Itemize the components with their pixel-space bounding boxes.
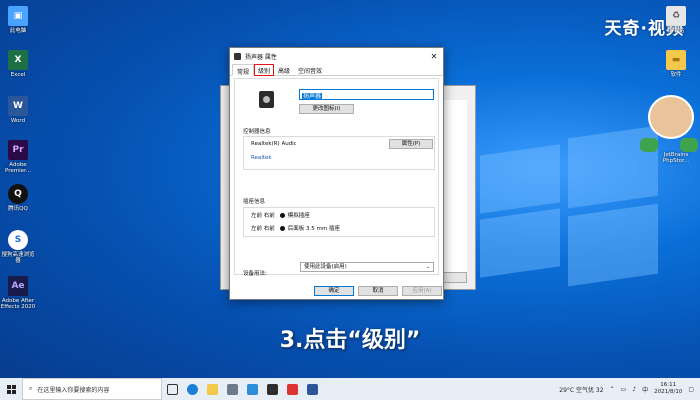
search-icon: ⌕ bbox=[29, 385, 33, 392]
mouse-cursor-icon bbox=[296, 142, 300, 150]
app-icon[interactable] bbox=[282, 378, 302, 400]
desktop-icon-premiere[interactable]: Pr Adobe Premier... bbox=[0, 140, 36, 174]
wallpaper-logo-pane bbox=[568, 203, 658, 287]
clock-date: 2021/8/10 bbox=[654, 389, 683, 395]
general-tab-panel: 扬声器 更改图标(I) 控制器信息 Realtek(R) Audio 属性(P)… bbox=[234, 78, 439, 277]
step-caption: 3.点击“级别” bbox=[279, 328, 421, 353]
desktop-icon-qq[interactable]: Q 腾讯QQ bbox=[0, 184, 36, 212]
ok-button[interactable]: 确定 bbox=[314, 286, 354, 296]
device-usage-label: 设备用法: bbox=[243, 271, 267, 277]
dialog-title-bar[interactable]: 扬声器 属性 ✕ bbox=[230, 48, 443, 64]
sogou-browser-icon: S bbox=[8, 230, 28, 250]
cancel-button[interactable]: 取消 bbox=[358, 286, 398, 296]
jack-color-dot bbox=[279, 213, 285, 218]
store-icon[interactable] bbox=[242, 378, 262, 400]
dialog-tabs: 常规 级别 高级 空间音效 bbox=[230, 64, 443, 76]
edge-icon[interactable] bbox=[182, 378, 202, 400]
after-effects-icon: Ae bbox=[8, 276, 28, 296]
tab-spatial-sound[interactable]: 空间音效 bbox=[294, 64, 326, 76]
app-icon[interactable] bbox=[302, 378, 322, 400]
jack-position: 左前 右前 bbox=[251, 213, 275, 219]
close-icon[interactable]: ✕ bbox=[425, 52, 443, 61]
wallpaper-logo-pane bbox=[480, 208, 560, 278]
apply-button[interactable]: 应用(A) bbox=[402, 286, 442, 296]
change-icon-button[interactable]: 更改图标(I) bbox=[299, 104, 354, 114]
notification-icon[interactable]: ▢ bbox=[688, 386, 694, 393]
recycle-bin-icon: ♻ bbox=[666, 6, 686, 26]
device-name-input[interactable]: 扬声器 bbox=[299, 89, 434, 100]
desktop-icon-word[interactable]: W Word bbox=[0, 96, 36, 124]
premiere-icon: Pr bbox=[8, 140, 28, 160]
controller-info-label: 控制器信息 bbox=[243, 129, 271, 135]
task-view-icon[interactable] bbox=[162, 378, 182, 400]
desktop-icon-excel[interactable]: X Excel bbox=[0, 50, 36, 78]
speaker-properties-dialog: 扬声器 属性 ✕ 常规 级别 高级 空间音效 扬声器 更改图标(I) 控制器信息… bbox=[229, 47, 444, 300]
app-icon[interactable] bbox=[262, 378, 282, 400]
desktop-icon-sogou-browser[interactable]: S 搜狗高速浏览器 bbox=[0, 230, 36, 264]
clock-time: 16:11 bbox=[660, 382, 677, 388]
desktop-icon-recycle-bin[interactable]: ♻ 回收站 bbox=[658, 6, 694, 34]
taskbar-search[interactable]: ⌕ 在这里输入你要搜索的内容 bbox=[22, 378, 162, 400]
folder-icon: ▬ bbox=[666, 50, 686, 70]
tab-general[interactable]: 常规 bbox=[232, 64, 255, 76]
jack-row: 左前 右前 模拟插座 bbox=[251, 211, 310, 219]
file-explorer-icon[interactable] bbox=[202, 378, 222, 400]
clock[interactable]: 16:11 2021/8/10 bbox=[654, 382, 682, 396]
excel-icon: X bbox=[8, 50, 28, 70]
jack-info-label: 插座信息 bbox=[243, 199, 266, 205]
speaker-icon bbox=[234, 52, 241, 60]
jack-description: 模拟插座 bbox=[287, 213, 310, 219]
sound-window-button[interactable] bbox=[443, 272, 467, 283]
system-tray: 29°C 空气优 32 ⌃ ▭ ♪ 中 16:11 2021/8/10 ▢ bbox=[559, 382, 700, 396]
sound-control-panel-icon[interactable] bbox=[222, 378, 242, 400]
taskbar: ⌕ 在这里输入你要搜索的内容 29°C 空气优 32 ⌃ ▭ ♪ 中 16:11… bbox=[0, 378, 700, 400]
properties-button[interactable]: 属性(P) bbox=[389, 139, 433, 149]
weather-text[interactable]: 29°C 空气优 32 bbox=[559, 385, 603, 394]
tab-advanced[interactable]: 高级 bbox=[274, 64, 294, 76]
jack-color-dot bbox=[279, 226, 285, 231]
chevron-down-icon: ⌄ bbox=[425, 264, 430, 270]
device-usage-value: 使用此设备(启用) bbox=[304, 264, 347, 270]
qq-penguin-icon: Q bbox=[8, 184, 28, 204]
speaker-device-icon bbox=[259, 91, 274, 108]
jack-position: 左前 右前 bbox=[251, 226, 275, 232]
desktop-icon-phpstorm[interactable]: JetBrains PhpStor... bbox=[658, 150, 694, 164]
desktop-icon-software-folder[interactable]: ▬ 软件 bbox=[658, 50, 694, 78]
word-icon: W bbox=[8, 96, 28, 116]
network-icon[interactable]: ▭ bbox=[621, 386, 627, 393]
desktop-icon-after-effects[interactable]: Ae Adobe After Effects 2020 bbox=[0, 276, 36, 310]
ime-indicator[interactable]: 中 bbox=[642, 385, 648, 394]
desktop-icon-this-pc[interactable]: ▣ 此电脑 bbox=[0, 6, 36, 34]
realtek-link[interactable]: Realtek bbox=[251, 155, 272, 161]
computer-icon: ▣ bbox=[8, 6, 28, 26]
start-button[interactable] bbox=[0, 378, 22, 400]
jack-row: 左前 右前 后面板 3.5 mm 插座 bbox=[251, 224, 340, 232]
volume-icon[interactable]: ♪ bbox=[632, 386, 636, 393]
windows-logo-icon bbox=[6, 384, 16, 394]
tab-levels[interactable]: 级别 bbox=[254, 64, 275, 76]
controller-name: Realtek(R) Audio bbox=[251, 141, 298, 147]
hamster-sticker bbox=[648, 95, 694, 139]
jack-description: 后面板 3.5 mm 插座 bbox=[287, 226, 340, 232]
dialog-title: 扬声器 属性 bbox=[245, 53, 277, 61]
device-usage-select[interactable]: 使用此设备(启用) ⌄ bbox=[300, 262, 434, 272]
sound-window-list bbox=[443, 100, 467, 280]
money-bag-icon bbox=[640, 138, 658, 152]
wallpaper-logo-pane bbox=[480, 144, 560, 214]
search-placeholder: 在这里输入你要搜索的内容 bbox=[37, 386, 110, 394]
chevron-up-icon[interactable]: ⌃ bbox=[610, 386, 615, 393]
